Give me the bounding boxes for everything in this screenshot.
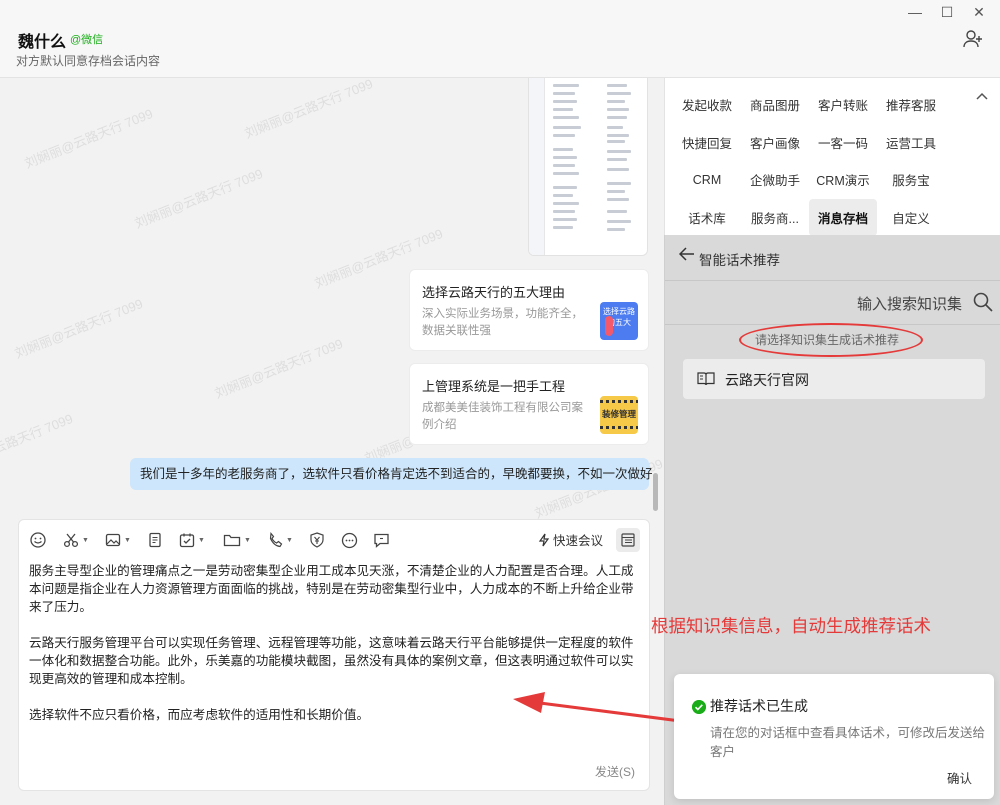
file-button[interactable] — [147, 530, 163, 550]
chat-icon — [374, 533, 389, 548]
payment-button[interactable] — [309, 530, 325, 550]
message-editor[interactable]: ▼ ▼ ▼ ▼ ▼ 快速会议 服务主导型企业的管理痛点之一是劳动密集型企业用工成… — [18, 519, 650, 791]
tool-custom[interactable]: 自定义 — [877, 199, 945, 237]
card-description: 深入实际业务场景，功能齐全，数据关联性强 — [422, 308, 583, 337]
smart-script-header: 智能话术推荐 — [665, 235, 1000, 281]
tool-script-library[interactable]: 话术库 — [673, 199, 741, 237]
tools-panel: 发起收款 商品图册 客户转账 推荐客服 快捷回复 客户画像 一客一码 运营工具 … — [664, 78, 1000, 236]
message-bubble[interactable]: 我们是十多年的老服务商了，选软件只看价格肯定选不到适合的，早晚都要换，不如一次做… — [130, 458, 653, 490]
tool-quick-reply[interactable]: 快捷回复 — [673, 124, 741, 162]
tool-customer-profile[interactable]: 客户画像 — [741, 124, 809, 162]
chevron-up-icon — [976, 92, 988, 100]
tool-service-provider[interactable]: 服务商... — [741, 199, 809, 237]
format-icon — [621, 533, 635, 547]
chat-header: 魏什么 @微信 对方默认同意存档会话内容 — [0, 0, 1000, 78]
window-controls: — ☐ ✕ — [908, 4, 986, 21]
thumbnail-text: 装修管理 — [601, 409, 636, 419]
annotation-text: 根据知识集信息，自动生成推荐话术 — [651, 616, 931, 636]
message-input-text[interactable]: 服务主导型企业的管理痛点之一是劳动密集型企业用工成本见天涨，不清楚企业的人力配置… — [29, 562, 634, 742]
knowledge-item[interactable]: 云路天行官网 — [683, 359, 985, 399]
contact-name: 魏什么 — [18, 34, 67, 51]
folder-icon — [223, 534, 241, 547]
more-icon — [341, 532, 358, 548]
editor-toolbar: ▼ ▼ ▼ ▼ ▼ 快速会议 — [19, 520, 649, 560]
tools-grid: 发起收款 商品图册 客户转账 推荐客服 快捷回复 客户画像 一客一码 运营工具 … — [673, 86, 948, 236]
document-icon — [149, 532, 161, 548]
emoji-button[interactable] — [29, 530, 47, 550]
confirm-button[interactable]: 确认 — [947, 768, 972, 787]
tool-operation-tools[interactable]: 运营工具 — [877, 124, 945, 162]
lightning-icon — [538, 533, 550, 546]
screenshot-sidebar — [529, 78, 545, 255]
watermark: 刘娴丽@云路天行 7099 — [242, 78, 375, 141]
folder-button[interactable]: ▼ — [223, 530, 251, 550]
knowledge-search[interactable]: 输入搜索知识集 — [665, 281, 1000, 325]
image-button[interactable]: ▼ — [105, 530, 131, 550]
contact-platform: @微信 — [70, 34, 104, 46]
knowledge-item-label: 云路天行官网 — [725, 372, 809, 388]
task-button[interactable]: ▼ — [179, 530, 205, 550]
minimize-button[interactable]: — — [908, 4, 922, 21]
card-thumbnail: 选择云路的五大 — [600, 302, 638, 340]
chat-scrollbar[interactable] — [653, 473, 658, 511]
watermark: 刘娴丽@云路天行 7099 — [12, 295, 145, 361]
tool-crm-demo[interactable]: CRM演示 — [809, 161, 877, 199]
back-button[interactable] — [678, 247, 695, 264]
quick-meeting-label: 快速会议 — [553, 534, 604, 548]
check-circle-icon — [692, 700, 706, 714]
more-button[interactable] — [341, 530, 358, 550]
chat-record-button[interactable] — [373, 530, 390, 550]
add-user-icon[interactable] — [962, 28, 984, 50]
tool-service-bao[interactable]: 服务宝 — [877, 161, 945, 199]
smile-icon — [30, 532, 46, 548]
paragraph: 服务主导型企业的管理痛点之一是劳动密集型企业用工成本见天涨，不清楚企业的人力配置… — [29, 564, 634, 614]
quick-meeting-button[interactable]: 快速会议 — [538, 530, 603, 549]
screenshot-button[interactable]: ▼ — [63, 530, 89, 550]
success-toast: 推荐话术已生成 请在您的对话框中查看具体话术，可修改后发送给客户 确认 — [674, 674, 994, 799]
format-button[interactable] — [616, 528, 640, 552]
card-title: 上管理系统是一把手工程 — [422, 379, 566, 394]
call-button[interactable]: ▼ — [267, 530, 293, 550]
card-thumbnail: 装修管理 — [600, 396, 638, 434]
book-icon — [697, 372, 715, 386]
phone-icon — [269, 532, 283, 548]
search-placeholder: 输入搜索知识集 — [856, 296, 962, 313]
maximize-button[interactable]: ☐ — [940, 4, 954, 21]
toast-title: 推荐话术已生成 — [710, 698, 808, 714]
link-card[interactable]: 选择云路天行的五大理由 深入实际业务场景，功能齐全，数据关联性强 选择云路的五大 — [409, 269, 649, 351]
tool-recommend-service[interactable]: 推荐客服 — [877, 86, 945, 124]
card-title: 选择云路天行的五大理由 — [422, 285, 566, 300]
paragraph: 云路天行服务管理平台可以实现任务管理、远程管理等功能，这意味着云路天行平台能够提… — [29, 636, 634, 686]
highlight-ellipse — [739, 323, 923, 357]
link-card[interactable]: 上管理系统是一把手工程 成都美美佳装饰工程有限公司案例介绍 装修管理 — [409, 363, 649, 445]
smart-script-title: 智能话术推荐 — [699, 253, 780, 268]
tool-crm[interactable]: CRM — [673, 161, 741, 199]
watermark: 刘娴丽@云路天行 7099 — [132, 165, 265, 231]
send-button[interactable]: 发送(S) — [595, 763, 635, 780]
search-icon[interactable] — [972, 291, 994, 313]
toast-message: 请在您的对话框中查看具体话术，可修改后发送给客户 — [710, 726, 986, 759]
tool-product-album[interactable]: 商品图册 — [741, 86, 809, 124]
scissors-icon — [63, 533, 79, 548]
tool-message-archive[interactable]: 消息存档 — [809, 198, 877, 236]
card-description: 成都美美佳装饰工程有限公司案例介绍 — [422, 402, 583, 431]
close-button[interactable]: ✕ — [972, 4, 986, 21]
archive-notice: 对方默认同意存档会话内容 — [16, 54, 161, 68]
paragraph: 选择软件不应只看价格，而应考虑软件的适用性和长期价值。 — [29, 708, 370, 722]
tool-one-customer-code[interactable]: 一客一码 — [809, 124, 877, 162]
collapse-toggle[interactable] — [976, 92, 988, 103]
watermark: 刘娴丽@云路天行 7099 — [22, 105, 155, 171]
tool-wecom-assistant[interactable]: 企微助手 — [741, 161, 809, 199]
watermark: 刘娴丽@云路天行 7099 — [212, 335, 345, 401]
image-icon — [105, 533, 121, 547]
tool-collect-payment[interactable]: 发起收款 — [673, 86, 741, 124]
yuan-shield-icon — [310, 532, 324, 548]
back-arrow-icon — [678, 247, 694, 261]
task-icon — [179, 533, 195, 548]
tool-customer-transfer[interactable]: 客户转账 — [809, 86, 877, 124]
watermark: 刘娴丽@云路天行 7099 — [0, 410, 75, 476]
screenshot-image-message[interactable] — [528, 78, 648, 256]
